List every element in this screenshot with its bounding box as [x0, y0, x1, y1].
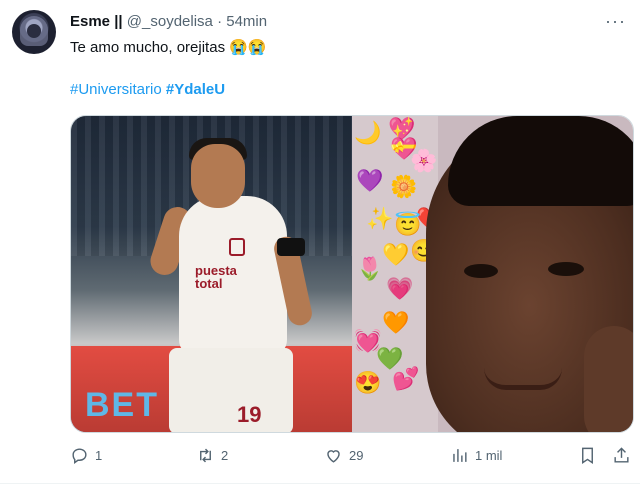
emoji: 💛	[382, 242, 410, 267]
reply-button[interactable]: 1	[70, 446, 102, 465]
author-name-suffix: ||	[114, 13, 123, 30]
emoji: 💝	[390, 136, 418, 161]
more-options-icon[interactable]: ···	[605, 11, 626, 32]
face-hand	[584, 326, 633, 432]
views-count: 1 mil	[475, 448, 503, 463]
author-handle[interactable]: @_soydelisa	[127, 13, 213, 30]
retweet-button[interactable]: 2	[196, 446, 228, 465]
sponsor-line: total	[195, 276, 223, 291]
emoji: 🌷	[356, 256, 384, 281]
emoji: 😍	[354, 370, 382, 395]
media-container[interactable]: BET puesta total 19 🌙 💖 🌸 💝 💜 🌼 ❤️ ✨ 😇 🌷…	[70, 115, 634, 433]
club-crest	[229, 238, 245, 256]
hashtag-link[interactable]: #Universitario	[70, 81, 162, 98]
captain-armband	[277, 238, 305, 256]
views-button[interactable]: 1 mil	[450, 446, 502, 465]
tweet-actions: 1 2 29 1 mil	[70, 446, 630, 470]
emoji: 🌼	[390, 174, 418, 199]
retweet-count: 2	[221, 448, 229, 463]
hashtags: #Universitario #YdaleU	[70, 81, 225, 98]
tweet-time[interactable]: 54min	[226, 13, 267, 30]
banner-text: BET	[85, 386, 159, 424]
avatar[interactable]	[12, 10, 56, 54]
emoji: 💜	[356, 168, 384, 193]
emoji: 🧡	[382, 310, 410, 335]
player-shorts	[169, 348, 293, 432]
face-smile	[484, 368, 562, 390]
share-button[interactable]	[612, 446, 631, 465]
reply-icon	[72, 448, 87, 465]
share-icon	[614, 447, 629, 463]
avatar-face	[27, 24, 41, 38]
bookmark-button[interactable]	[578, 446, 597, 465]
hashtag-link[interactable]: #YdaleU	[166, 81, 225, 98]
tweet-text: Te amo mucho, orejitas 😭😭	[70, 39, 267, 56]
emoji: 🌙	[354, 120, 382, 145]
bookmark-icon	[582, 447, 593, 464]
face-eye	[464, 264, 498, 278]
divider	[0, 483, 640, 484]
emoji: 😇	[394, 212, 422, 237]
face-eye	[548, 262, 584, 276]
photo-football-player[interactable]: BET puesta total 19	[71, 116, 352, 432]
retweet-icon	[200, 448, 211, 463]
player-head	[191, 144, 245, 208]
photo-smiling-face[interactable]: 🌙 💖 🌸 💝 💜 🌼 ❤️ ✨ 😇 🌷 😊 💛 💗 🧡 💚 💓 😍 💕	[352, 116, 633, 432]
analytics-icon	[453, 449, 467, 462]
emoji: 💗	[386, 276, 414, 301]
tweet-header: Esme || @_soydelisa · 54min	[70, 13, 267, 30]
like-button[interactable]: 29	[324, 446, 363, 465]
author-name[interactable]: Esme	[70, 13, 110, 30]
like-count: 29	[349, 448, 364, 463]
face-hair	[448, 116, 633, 206]
shirt-number: 19	[237, 402, 262, 427]
emoji: 💕	[392, 366, 420, 391]
reply-count: 1	[95, 448, 103, 463]
emoji: ✨	[366, 206, 394, 231]
emoji: 💓	[354, 328, 382, 353]
heart-icon	[327, 450, 340, 463]
separator-dot: ·	[217, 13, 223, 30]
jersey-sponsor: puesta total	[195, 264, 237, 290]
